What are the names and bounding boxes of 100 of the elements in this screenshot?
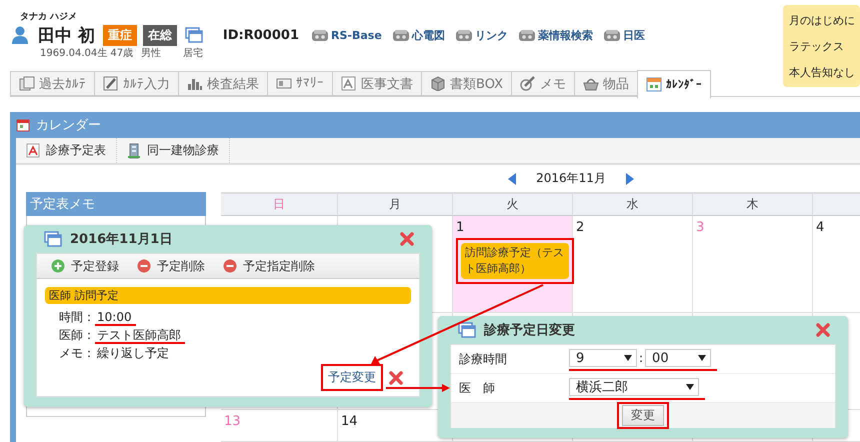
patient-id: ID:R00001 — [222, 28, 299, 42]
dialog-title: 2016年11月1日 — [70, 231, 174, 248]
field-label: 医師： — [59, 328, 95, 342]
window-icon — [184, 27, 203, 43]
link-label: 薬情報検索 — [538, 28, 593, 42]
header-link[interactable]: 心電図 — [392, 28, 445, 42]
link-label: リンク — [474, 28, 508, 42]
action-button[interactable]: 予定登録 — [51, 258, 119, 274]
prev-arrow-icon[interactable] — [508, 172, 516, 184]
header-link[interactable]: 日医 — [602, 28, 645, 42]
device-icon — [602, 28, 621, 42]
tab[interactable]: 過去ｶﾙﾃ — [10, 71, 94, 96]
memo-header: 予定表メモ — [26, 192, 206, 216]
dropdown-caret-icon — [624, 355, 632, 361]
select-field[interactable]: 横浜二郎 — [569, 378, 699, 396]
calendar-icon — [16, 118, 30, 132]
tab[interactable]: 物品 — [574, 71, 637, 96]
patient-kana: タナカ ハジメ — [20, 11, 78, 23]
select-value: 00 — [652, 350, 669, 366]
field-value: テスト医師高郎 — [95, 328, 185, 344]
time-separator: : — [639, 351, 644, 365]
device-icon — [454, 28, 473, 42]
weekday-header: 火 — [453, 194, 573, 216]
select-field[interactable]: 9 — [569, 349, 637, 367]
weekday-header: 月 — [338, 194, 453, 216]
calendar-icon — [646, 77, 662, 92]
status-badge: 在総 — [142, 24, 177, 46]
day-number: 14 — [341, 414, 359, 429]
close-icon[interactable] — [400, 232, 414, 246]
person-icon — [12, 26, 28, 44]
building-icon — [127, 142, 141, 158]
tab[interactable]: ｻﾏﾘｰ — [267, 71, 332, 96]
header-link[interactable]: 薬情報検索 — [518, 28, 593, 42]
field-value: 繰り返し予定 — [96, 346, 170, 360]
header-link[interactable]: RS-Base — [311, 28, 382, 42]
event-chip[interactable]: 訪問診療予定（テスト医師高郎） — [461, 243, 569, 279]
basket-icon — [583, 76, 599, 91]
field-label: メモ： — [59, 346, 95, 360]
toolbar-button[interactable]: 同一建物診療 — [117, 138, 230, 163]
patient-sex: 男性 — [141, 47, 162, 61]
month-label: 2016年11月 — [536, 170, 606, 187]
weekday-header: 日 — [221, 194, 338, 216]
header-link[interactable]: リンク — [454, 28, 508, 42]
bar-chart-icon — [187, 76, 203, 91]
action-button[interactable]: 予定削除 — [137, 258, 205, 274]
day-cell[interactable]: 1 訪問診療予定（テスト医師高郎） — [453, 216, 573, 313]
day-cell[interactable]: 2 — [573, 216, 693, 313]
window-icon — [44, 231, 62, 247]
status-badge: 重症 — [102, 24, 137, 46]
link-label: RS-Base — [331, 28, 382, 42]
select-value: 横浜二郎 — [576, 379, 628, 396]
note-text: 本人告知なし — [789, 65, 854, 81]
pen-icon — [520, 76, 536, 91]
birth-date: 1969.04.04生 47歳 — [40, 47, 134, 61]
device-icon — [518, 28, 536, 42]
panel-title: カレンダー — [36, 117, 101, 134]
change-link[interactable]: 予定変更 — [326, 368, 378, 386]
toolbar-button[interactable]: 診療予定表 — [16, 138, 117, 163]
patient-name: 田中 初 — [38, 24, 95, 46]
device-icon — [392, 28, 410, 42]
annotation-arrow — [386, 384, 450, 392]
next-arrow-icon[interactable] — [626, 172, 634, 184]
select-value: 9 — [576, 350, 584, 366]
tab[interactable]: 書類BOX — [421, 71, 511, 96]
day-number: 1 — [456, 220, 466, 235]
change-button[interactable]: 変更 — [622, 405, 664, 426]
close-icon[interactable] — [816, 323, 830, 337]
field-label: 診療時間 — [458, 350, 508, 368]
card-icon — [276, 76, 292, 91]
residence: 居宅 — [183, 47, 204, 61]
dropdown-caret-icon — [698, 355, 706, 361]
tab[interactable]: ｶﾙﾃ入力 — [94, 71, 178, 96]
field-label: 時間： — [59, 310, 95, 324]
minus-icon — [223, 259, 237, 273]
event-bar: 医師 訪問予定 — [45, 287, 411, 304]
pencil-icon — [103, 76, 119, 91]
window-icon — [458, 322, 476, 338]
plus-icon — [51, 259, 65, 273]
pdf-icon — [341, 76, 357, 91]
note-text: ラテックス — [789, 39, 845, 55]
delete-icon[interactable] — [389, 370, 403, 384]
weekday-header: 水 — [573, 194, 693, 216]
note-text: 月のはじめに — [789, 13, 854, 29]
day-number: 4 — [816, 220, 826, 235]
day-number: 3 — [696, 220, 706, 235]
field-label: 医 師 — [458, 380, 496, 396]
document-icon — [19, 76, 35, 91]
day-cell[interactable]: 4 — [813, 216, 860, 313]
minus-icon — [137, 259, 151, 273]
day-number: 13 — [224, 414, 242, 429]
device-icon — [311, 28, 329, 42]
tab[interactable]: 医事文書 — [332, 71, 421, 96]
action-button[interactable]: 予定指定削除 — [223, 258, 315, 274]
tab[interactable]: メモ — [511, 71, 574, 96]
select-field[interactable]: 00 — [645, 349, 712, 367]
pdf-icon — [26, 143, 40, 158]
tab[interactable]: 検査結果 — [178, 71, 267, 96]
tab[interactable]: ｶﾚﾝﾀﾞｰ — [637, 70, 711, 99]
dialog-title: 診療予定日変更 — [484, 322, 576, 339]
link-label: 心電図 — [412, 28, 445, 42]
